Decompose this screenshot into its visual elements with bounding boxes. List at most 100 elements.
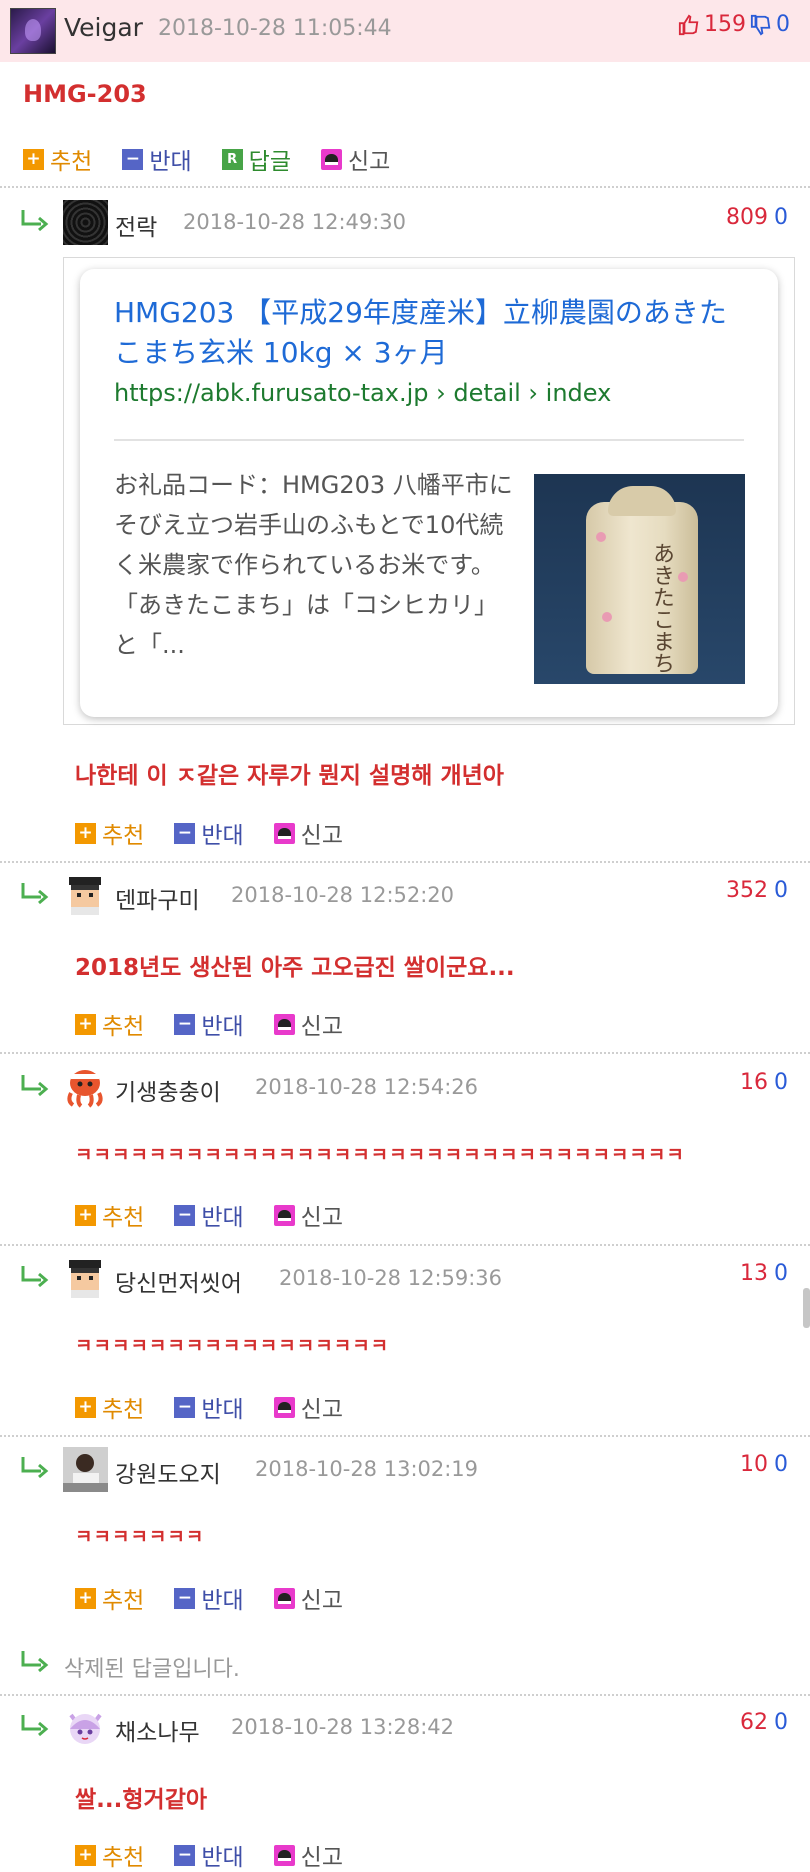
report-button[interactable]: 신고 (273, 816, 343, 850)
oppose-button[interactable]: − 반대 (174, 1581, 244, 1615)
report-label: 신고 (300, 1845, 343, 1871)
divider (0, 1435, 810, 1437)
link-preview-title[interactable]: HMG203 【平成29年度産米】立柳農園のあきたこまち玄米 10kg × 3ヶ… (114, 293, 754, 373)
commenter-name[interactable]: 강원도오지 (115, 1455, 221, 1489)
comment-upvotes: 10 (740, 1452, 768, 1477)
recommend-button[interactable]: + 추천 (75, 1838, 144, 1872)
comment-text: 2018년도 생산된 아주 고오급진 쌀이군요... (75, 955, 515, 981)
comment-votes: 62 0 (740, 1710, 788, 1735)
comment-text: 나한테 이 ㅈ같은 자루가 뭔지 설명해 개년아 (75, 763, 504, 789)
comment-upvotes: 809 (726, 205, 768, 230)
comment-date: 2018-10-28 13:28:42 (231, 1715, 455, 1739)
recommend-button[interactable]: + 추천 (75, 1007, 144, 1041)
oppose-button[interactable]: − 반대 (174, 1838, 244, 1872)
oppose-label: 반대 (201, 1845, 244, 1871)
report-button[interactable]: 신고 (273, 1838, 343, 1872)
reply-button[interactable]: R 답글 (221, 142, 291, 176)
comment-upvotes: 62 (740, 1710, 768, 1735)
recommend-button[interactable]: + 추천 (75, 816, 144, 850)
report-button[interactable]: 신고 (273, 1581, 343, 1615)
comment-actions: + 추천 − 반대 신고 (75, 1390, 373, 1424)
report-label: 신고 (300, 1397, 343, 1423)
link-preview-divider (114, 439, 744, 441)
comment-votes: 13 0 (740, 1261, 788, 1286)
reply-arrow-icon (21, 1651, 49, 1673)
report-button[interactable]: 신고 (273, 1198, 343, 1232)
comment-date: 2018-10-28 13:02:19 (255, 1457, 479, 1481)
post-actions: + 추천 − 반대 R 답글 신고 (23, 142, 420, 176)
plus-icon: + (75, 1204, 96, 1226)
oppose-label: 반대 (201, 1588, 244, 1614)
recommend-button[interactable]: + 추천 (23, 142, 92, 176)
flower-mark (678, 572, 688, 582)
siren-icon (273, 1396, 295, 1418)
report-button[interactable]: 신고 (320, 142, 391, 176)
report-label: 신고 (347, 149, 391, 175)
comment-downvotes: 0 (774, 1710, 788, 1735)
oppose-button[interactable]: − 반대 (122, 142, 192, 176)
comment-text: ㅋㅋㅋㅋㅋㅋㅋㅋㅋㅋㅋㅋㅋㅋㅋㅋㅋㅋㅋㅋㅋㅋㅋㅋㅋㅋㅋㅋㅋㅋㅋㅋㅋ (75, 1144, 685, 1166)
comment-date: 2018-10-28 12:54:26 (255, 1075, 479, 1099)
rice-bag-label: あきたこまち (649, 542, 674, 674)
recommend-button[interactable]: + 추천 (75, 1198, 144, 1232)
report-label: 신고 (300, 823, 343, 849)
comment-date: 2018-10-28 12:49:30 (183, 210, 407, 234)
recommend-label: 추천 (102, 1205, 145, 1231)
commenter-name[interactable]: 덴파구미 (115, 881, 200, 915)
recommend-label: 추천 (102, 823, 145, 849)
comment-header: 당신먼저씻어 2018-10-28 12:59:36 13 0 (0, 1256, 810, 1306)
commenter-avatar[interactable] (63, 200, 108, 245)
siren-icon (273, 1844, 295, 1866)
commenter-name[interactable]: 전락 (115, 208, 157, 242)
comment-votes: 10 0 (740, 1452, 788, 1477)
plus-icon: + (75, 1396, 96, 1418)
comment-votes: 352 0 (726, 878, 788, 903)
commenter-name[interactable]: 당신먼저씻어 (115, 1264, 242, 1298)
upvote-count: 159 (704, 12, 746, 37)
report-button[interactable]: 신고 (273, 1007, 343, 1041)
commenter-avatar[interactable] (63, 873, 108, 918)
scrollbar-thumb[interactable] (803, 1288, 810, 1328)
author-avatar[interactable] (10, 8, 56, 54)
reply-arrow-icon (21, 1715, 49, 1737)
reply-arrow-icon (21, 883, 49, 905)
recommend-label: 추천 (50, 149, 93, 175)
commenter-name[interactable]: 기생충충이 (115, 1073, 221, 1107)
reply-label: 답글 (248, 149, 291, 175)
commenter-avatar[interactable] (63, 1447, 108, 1492)
comment-votes: 16 0 (740, 1070, 788, 1095)
post-votes: 159 0 (678, 12, 790, 37)
report-button[interactable]: 신고 (273, 1390, 343, 1424)
thumbs-up-icon (678, 13, 699, 35)
author-name[interactable]: Veigar (64, 13, 143, 42)
oppose-button[interactable]: − 반대 (174, 816, 244, 850)
oppose-button[interactable]: − 반대 (174, 1007, 244, 1041)
plus-icon: + (75, 1013, 96, 1035)
recommend-button[interactable]: + 추천 (75, 1581, 144, 1615)
commenter-avatar[interactable] (63, 1705, 108, 1750)
oppose-button[interactable]: − 반대 (174, 1198, 244, 1232)
oppose-label: 반대 (201, 1397, 244, 1423)
recommend-label: 추천 (102, 1845, 145, 1871)
oppose-button[interactable]: − 반대 (174, 1390, 244, 1424)
reply-arrow-icon (21, 210, 49, 232)
comment-upvotes: 13 (740, 1261, 768, 1286)
comment-upvotes: 352 (726, 878, 768, 903)
divider (0, 186, 810, 188)
link-preview-description: お礼品コード：HMG203 八幡平市にそびえ立つ岩手山のふもとで10代続く米農家… (114, 471, 513, 659)
minus-icon: − (174, 1013, 196, 1035)
recommend-button[interactable]: + 추천 (75, 1390, 144, 1424)
commenter-avatar[interactable] (63, 1065, 108, 1110)
comment-text: ㅋㅋㅋㅋㅋㅋㅋ (75, 1526, 205, 1548)
reply-icon: R (221, 148, 243, 170)
comment-actions: + 추천 − 반대 신고 (75, 1198, 373, 1232)
comment-votes: 809 0 (726, 205, 788, 230)
rice-bag-image: あきたこまち (534, 474, 745, 684)
commenter-avatar[interactable] (63, 1256, 108, 1301)
comment-actions: + 추천 − 반대 신고 (75, 816, 373, 850)
link-preview-card[interactable]: HMG203 【平成29年度産米】立柳農園のあきたこまち玄米 10kg × 3ヶ… (80, 269, 778, 717)
link-preview-url[interactable]: https://abk.furusato-tax.jp › detail › i… (114, 379, 611, 407)
minus-icon: − (174, 1204, 196, 1226)
comment-header: 기생충충이 2018-10-28 12:54:26 16 0 (0, 1065, 810, 1115)
commenter-name[interactable]: 채소나무 (115, 1713, 200, 1747)
